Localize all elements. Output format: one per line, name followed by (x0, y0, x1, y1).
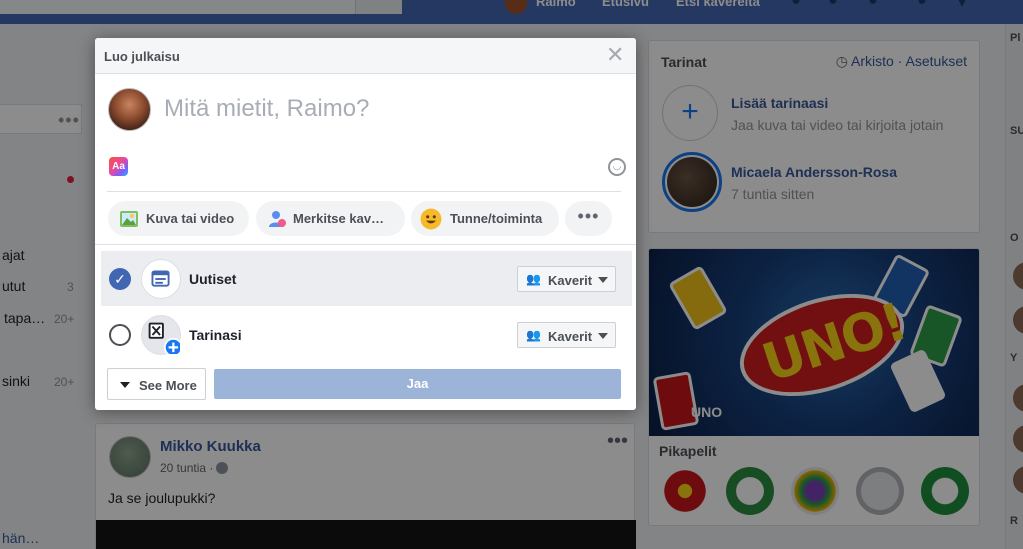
chevron-down-icon (598, 277, 608, 283)
destination-news-feed[interactable]: ✓ Uutiset 👥 Kaverit (101, 251, 632, 306)
tag-friends-icon (269, 211, 286, 227)
divider (95, 244, 636, 245)
see-more-label: See More (139, 378, 197, 393)
audience-selector[interactable]: 👥 Kaverit (517, 266, 616, 292)
destination-label: Uutiset (189, 271, 237, 287)
feeling-icon (420, 208, 442, 230)
post-composer-input[interactable] (164, 91, 604, 127)
see-more-button[interactable]: See More (107, 368, 206, 400)
audience-label: Kaverit (548, 273, 593, 288)
destination-your-story[interactable]: Tarinasi 👥 Kaverit (101, 307, 632, 362)
radio-unchecked-icon[interactable] (109, 324, 131, 346)
story-icon (141, 315, 181, 355)
dialog-title: Luo julkaisu (104, 49, 180, 64)
photo-icon (120, 211, 138, 227)
dialog-header: Luo julkaisu ✕ (95, 38, 636, 74)
people-icon: 👥 (526, 328, 541, 342)
tag-friends-label: Merkitse kav… (293, 211, 385, 226)
audience-selector[interactable]: 👥 Kaverit (517, 322, 616, 348)
audience-label: Kaverit (548, 329, 593, 344)
close-icon[interactable]: ✕ (606, 43, 624, 67)
feeling-activity-button[interactable]: Tunne/toiminta (411, 201, 559, 236)
tag-friends-button[interactable]: Merkitse kav… (256, 201, 405, 236)
news-feed-icon (141, 259, 181, 299)
divider (107, 191, 621, 192)
feeling-activity-label: Tunne/toiminta (450, 211, 543, 226)
emoji-icon[interactable]: ◡ (608, 158, 626, 176)
destination-label: Tarinasi (189, 327, 242, 343)
text-format-icon[interactable]: Aa (109, 157, 128, 176)
photo-video-label: Kuva tai video (146, 211, 235, 226)
people-icon: 👥 (526, 272, 541, 286)
chevron-down-icon (598, 333, 608, 339)
composer-avatar (108, 88, 151, 131)
create-post-dialog: Luo julkaisu ✕ Aa ◡ Kuva tai video Merki… (95, 38, 636, 410)
share-button[interactable]: Jaa (214, 369, 621, 399)
checkmark-icon[interactable]: ✓ (109, 268, 131, 290)
more-options-icon[interactable]: ••• (565, 201, 612, 236)
chevron-down-icon (120, 382, 130, 388)
photo-video-button[interactable]: Kuva tai video (108, 201, 249, 236)
